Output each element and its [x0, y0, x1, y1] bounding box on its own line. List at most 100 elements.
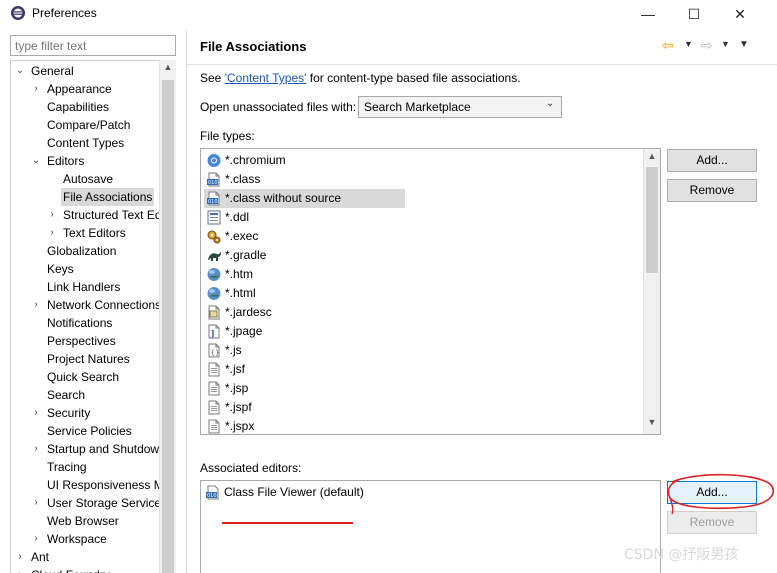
- chevron-right-icon[interactable]: ›: [31, 530, 41, 548]
- tree-item[interactable]: › Cloud Foundry: [11, 566, 161, 573]
- maximize-button[interactable]: ☐: [671, 0, 717, 28]
- window-title: Preferences: [32, 6, 97, 20]
- file-types-scrollbar[interactable]: ▲ ▼: [643, 149, 660, 434]
- file-type-item[interactable]: *.exec: [204, 227, 404, 246]
- tree-item[interactable]: Compare/Patch: [11, 116, 161, 134]
- tree-item-label: Text Editors: [63, 226, 126, 240]
- file-type-item[interactable]: *.jspf: [204, 398, 404, 417]
- minimize-button[interactable]: —: [625, 0, 671, 28]
- close-button[interactable]: ✕: [717, 0, 763, 28]
- tree-item[interactable]: Autosave: [11, 170, 161, 188]
- scroll-down-arrow-icon[interactable]: ▼: [644, 417, 660, 427]
- tree-item[interactable]: ⌄ Editors: [11, 152, 161, 170]
- chevron-right-icon[interactable]: ›: [47, 224, 57, 242]
- file-types-list[interactable]: *.chromium 010 *.class 010 *.class without s…: [200, 148, 661, 435]
- tree-item-label: Quick Search: [47, 370, 120, 384]
- scroll-thumb[interactable]: [162, 80, 174, 573]
- tree-item[interactable]: Quick Search: [11, 368, 161, 386]
- tree-item[interactable]: Keys: [11, 260, 161, 278]
- file-type-item[interactable]: *.ddl: [204, 208, 404, 227]
- remove-file-type-button[interactable]: Remove: [667, 179, 757, 202]
- svg-text:010: 010: [208, 199, 218, 205]
- forward-arrow-icon[interactable]: ⇨: [701, 37, 713, 54]
- chevron-right-icon[interactable]: ›: [15, 548, 25, 566]
- scroll-thumb[interactable]: [646, 167, 658, 273]
- text-file-icon: [208, 419, 220, 434]
- tree-item-label: Link Handlers: [47, 280, 121, 294]
- chevron-right-icon[interactable]: ›: [15, 566, 25, 573]
- add-file-type-button[interactable]: Add...: [667, 149, 757, 172]
- tree-item-label: Security: [47, 406, 91, 420]
- file-type-name: *.exec: [225, 229, 259, 243]
- tree-item[interactable]: › Ant: [11, 548, 161, 566]
- tree-item[interactable]: › Security: [11, 404, 161, 422]
- tree-item[interactable]: › Appearance: [11, 80, 161, 98]
- tree-item[interactable]: Notifications: [11, 314, 161, 332]
- file-type-item[interactable]: 010 *.class without source: [204, 189, 405, 208]
- tree-item-label: Notifications: [47, 316, 113, 330]
- scroll-up-arrow-icon[interactable]: ▲: [644, 151, 660, 161]
- file-type-item[interactable]: *.chromium: [204, 151, 404, 170]
- tree-item[interactable]: Globalization: [11, 242, 161, 260]
- tree-item[interactable]: Content Types: [11, 134, 161, 152]
- file-type-item[interactable]: *.jsf: [204, 360, 404, 379]
- chevron-down-icon[interactable]: ⌄: [31, 152, 41, 170]
- tree-item-label: Network Connections: [47, 298, 162, 312]
- tree-item[interactable]: › Network Connections: [11, 296, 161, 314]
- chevron-right-icon[interactable]: ›: [31, 440, 41, 458]
- chevron-right-icon[interactable]: ›: [31, 296, 41, 314]
- forward-history-dropdown-icon[interactable]: ▼: [721, 39, 730, 49]
- file-type-item[interactable]: *.jardesc: [204, 303, 404, 322]
- chevron-down-icon[interactable]: ⌄: [546, 98, 554, 109]
- tree-item[interactable]: › Startup and Shutdow: [11, 440, 161, 458]
- tree-item[interactable]: Capabilities: [11, 98, 161, 116]
- file-type-item[interactable]: J *.jpage: [204, 322, 404, 341]
- eclipse-app-icon: [11, 6, 25, 20]
- chevron-down-icon[interactable]: ⌄: [15, 62, 25, 80]
- tree-item[interactable]: ⌄ General: [11, 62, 161, 80]
- tree-item[interactable]: Perspectives: [11, 332, 161, 350]
- tree-item[interactable]: › User Storage Service: [11, 494, 161, 512]
- file-type-item[interactable]: *.gradle: [204, 246, 404, 265]
- tree-item[interactable]: File Associations: [11, 188, 161, 206]
- web-globe-icon: [207, 287, 221, 300]
- tree-item[interactable]: › Text Editors: [11, 224, 161, 242]
- tree-item-label: Content Types: [47, 136, 125, 150]
- tree-item-label: Perspectives: [47, 334, 116, 348]
- chevron-right-icon[interactable]: ›: [31, 80, 41, 98]
- tree-item[interactable]: Link Handlers: [11, 278, 161, 296]
- tree-scrollbar[interactable]: ▲: [159, 60, 176, 573]
- tree-item[interactable]: UI Responsiveness Mo: [11, 476, 170, 494]
- file-type-item[interactable]: {} *.js: [204, 341, 404, 360]
- text-file-icon: [208, 362, 220, 377]
- watermark: CSDN @抒阪男孩: [624, 547, 739, 563]
- file-type-item[interactable]: *.htm: [204, 265, 404, 284]
- chevron-right-icon[interactable]: ›: [31, 494, 41, 512]
- class-file-icon: 010: [207, 191, 220, 206]
- view-menu-icon[interactable]: ▼: [739, 39, 749, 50]
- tree-item[interactable]: Tracing: [11, 458, 161, 476]
- sash-divider[interactable]: [186, 30, 187, 573]
- header-separator: [187, 64, 777, 65]
- content-types-link[interactable]: 'Content Types': [225, 71, 307, 85]
- file-type-item[interactable]: 010 *.class: [204, 170, 404, 189]
- tree-item[interactable]: Web Browser: [11, 512, 161, 530]
- tree-item[interactable]: Project Natures: [11, 350, 161, 368]
- chevron-right-icon[interactable]: ›: [31, 404, 41, 422]
- file-type-item[interactable]: *.jsp: [204, 379, 404, 398]
- open-unassociated-select[interactable]: Search Marketplace: [358, 96, 562, 118]
- tree-item-label: User Storage Service: [47, 496, 162, 510]
- tree-item[interactable]: › Workspace: [11, 530, 161, 548]
- tree-item[interactable]: Search: [11, 386, 161, 404]
- file-type-item[interactable]: *.html: [204, 284, 404, 303]
- back-arrow-icon[interactable]: ⇦: [662, 37, 674, 54]
- scroll-up-arrow-icon[interactable]: ▲: [160, 62, 176, 72]
- back-history-dropdown-icon[interactable]: ▼: [684, 39, 693, 49]
- file-type-item[interactable]: *.jspx: [204, 417, 404, 434]
- tree-item-label: Structured Text Ed: [63, 208, 162, 222]
- class-file-icon: 010: [206, 485, 219, 500]
- tree-item[interactable]: Service Policies: [11, 422, 161, 440]
- tree-item[interactable]: › Structured Text Ed: [11, 206, 161, 224]
- chevron-right-icon[interactable]: ›: [47, 206, 57, 224]
- filter-input[interactable]: [10, 35, 176, 56]
